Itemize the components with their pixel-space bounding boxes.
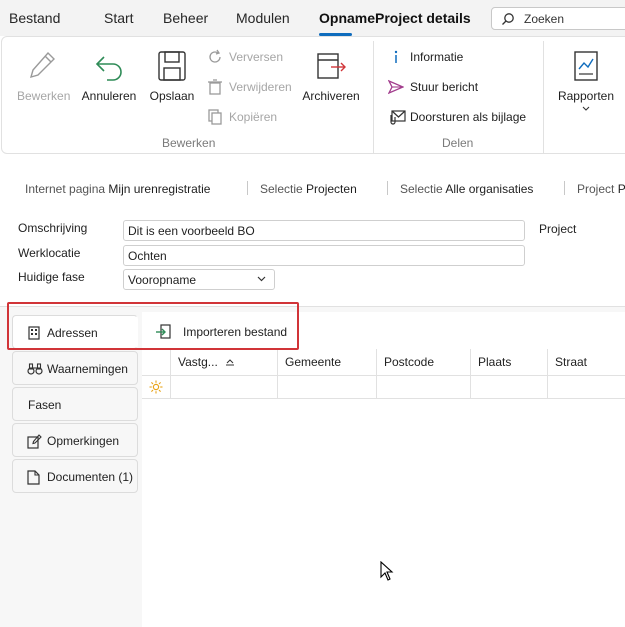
report-icon: [574, 51, 598, 81]
archive-icon: [317, 53, 346, 79]
pencil-icon: [29, 51, 55, 79]
save-icon: [158, 51, 186, 81]
chevron-down-icon: [257, 276, 266, 282]
save-button[interactable]: Opslaan: [148, 49, 196, 103]
phase-select-value: Vooropname: [128, 273, 197, 287]
new-row[interactable]: [142, 376, 625, 399]
send-message-button[interactable]: Stuur bericht: [388, 79, 498, 97]
mouse-cursor-icon: [380, 561, 394, 581]
menu-modulen[interactable]: Modulen: [236, 10, 290, 26]
column-header-gemeente[interactable]: Gemeente: [277, 349, 376, 376]
context-strip: Internet pagina Mijn urenregistratie Sel…: [0, 178, 625, 198]
tab-opmerkingen[interactable]: Opmerkingen: [12, 423, 138, 457]
project-label: Project: [539, 222, 577, 236]
document-icon: [27, 470, 40, 485]
new-row-sun-icon: [149, 380, 163, 394]
copy-icon: [208, 109, 222, 125]
mail-attachment-icon: [390, 110, 406, 125]
context-separator: [564, 181, 565, 195]
location-field[interactable]: Ochten: [123, 245, 525, 266]
group-label-bewerken: Bewerken: [162, 136, 216, 150]
trash-icon: [208, 79, 222, 95]
grid-header: Vastg... Gemeente Postcode Plaats Straat: [142, 349, 625, 376]
column-header-vastgesteld[interactable]: Vastg...: [170, 349, 277, 376]
ribbon-separator: [373, 41, 374, 153]
chevron-down-icon: [582, 106, 590, 111]
location-label: Werklocatie: [18, 246, 81, 260]
grid-cell[interactable]: [470, 376, 547, 399]
context-selection-organisations[interactable]: Selectie Alle organisaties: [400, 182, 533, 196]
context-project[interactable]: Project P2: [577, 182, 625, 196]
context-selection-projects[interactable]: Selectie Projecten: [260, 182, 357, 196]
search-placeholder: Zoeken: [524, 12, 565, 26]
search-icon: [502, 13, 514, 25]
archive-button[interactable]: Archiveren: [302, 49, 360, 103]
menu-bestand[interactable]: Bestand: [9, 10, 60, 26]
delete-button[interactable]: Verwijderen: [207, 79, 307, 97]
context-internet-page[interactable]: Internet pagina Mijn urenregistratie: [25, 182, 210, 196]
menu-bar: Bestand Start Beheer Modulen OpnameProje…: [0, 0, 625, 36]
ribbon: Bewerken Annuleren Opslaan Verversen Ver: [1, 36, 625, 154]
refresh-button[interactable]: Verversen: [207, 49, 307, 67]
group-label-delen: Delen: [442, 136, 474, 150]
send-icon: [388, 79, 404, 95]
grid-cell[interactable]: [547, 376, 625, 399]
context-separator: [247, 181, 248, 195]
grid-cell[interactable]: [277, 376, 376, 399]
refresh-icon: [209, 49, 221, 63]
column-header-plaats[interactable]: Plaats: [470, 349, 547, 376]
menu-opnameproject-details[interactable]: OpnameProject details: [319, 10, 471, 26]
sort-ascending-icon: [226, 359, 234, 366]
copy-button[interactable]: Kopiëren: [207, 109, 307, 127]
reports-button[interactable]: Rapporten: [555, 49, 617, 112]
menu-beheer[interactable]: Beheer: [163, 10, 208, 26]
phase-select[interactable]: Vooropname: [123, 269, 275, 290]
edit-note-icon: [27, 434, 42, 449]
phase-label: Huidige fase: [18, 270, 85, 284]
tab-fasen[interactable]: Fasen: [12, 387, 138, 421]
description-label: Omschrijving: [18, 221, 88, 235]
highlight-box: [7, 302, 299, 350]
tab-documenten[interactable]: Documenten (1): [12, 459, 138, 493]
forward-attachment-button[interactable]: Doorsturen als bijlage: [388, 109, 538, 127]
column-header-postcode[interactable]: Postcode: [376, 349, 470, 376]
grid-cell[interactable]: [170, 376, 277, 399]
grid-cell[interactable]: [376, 376, 470, 399]
search-box[interactable]: Zoeken: [491, 7, 625, 30]
description-field[interactable]: Dit is een voorbeeld BO: [123, 220, 525, 241]
column-header-straat[interactable]: Straat: [547, 349, 625, 376]
info-button[interactable]: Informatie: [388, 49, 498, 67]
ribbon-separator: [543, 41, 544, 153]
tab-waarnemingen[interactable]: Waarnemingen: [12, 351, 138, 385]
context-separator: [387, 181, 388, 195]
info-icon: [394, 50, 398, 63]
menu-start[interactable]: Start: [104, 10, 134, 26]
undo-arrow-icon: [95, 56, 122, 81]
binoculars-icon: [27, 363, 43, 375]
cancel-button[interactable]: Annuleren: [80, 49, 138, 103]
edit-button[interactable]: Bewerken: [17, 49, 70, 103]
